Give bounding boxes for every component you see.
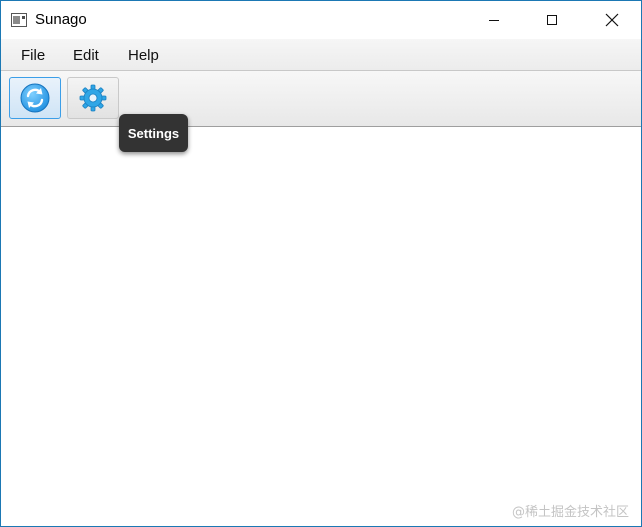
- app-window: Sunago File Edit Help Settings @稀土掘金技术社区: [0, 0, 642, 527]
- refresh-icon: [20, 83, 50, 113]
- menu-bar: File Edit Help: [1, 39, 641, 71]
- menu-edit[interactable]: Edit: [73, 47, 99, 64]
- minimize-icon: [489, 20, 499, 21]
- toolbar: [1, 71, 641, 127]
- content-area: [1, 127, 641, 526]
- close-icon: [605, 13, 619, 27]
- settings-button[interactable]: [67, 77, 119, 119]
- menu-file[interactable]: File: [21, 47, 45, 64]
- minimize-button[interactable]: [465, 1, 523, 39]
- close-button[interactable]: [583, 1, 641, 39]
- gear-icon: [79, 84, 107, 112]
- app-icon: [11, 13, 27, 27]
- maximize-button[interactable]: [523, 1, 581, 39]
- watermark: @稀土掘金技术社区: [511, 505, 629, 520]
- menu-help[interactable]: Help: [128, 47, 159, 64]
- maximize-icon: [547, 15, 557, 25]
- refresh-button[interactable]: [9, 77, 61, 119]
- settings-tooltip: Settings: [119, 114, 188, 152]
- title-bar[interactable]: Sunago: [1, 1, 641, 39]
- window-title: Sunago: [35, 11, 87, 28]
